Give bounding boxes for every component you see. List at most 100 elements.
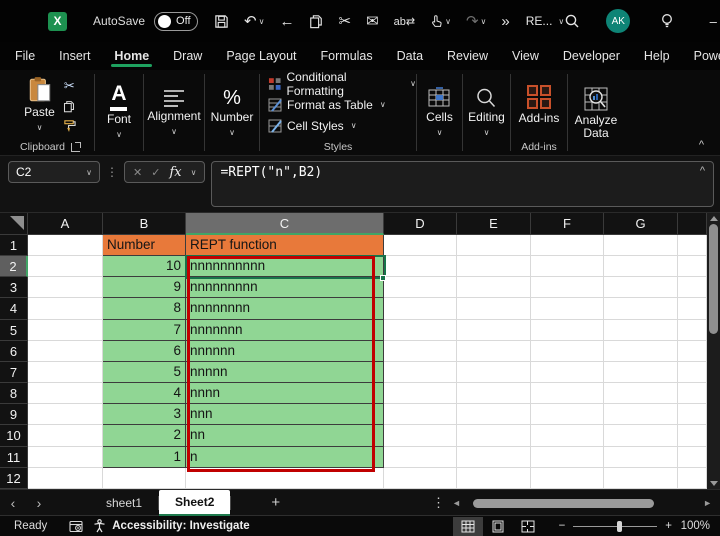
cell-D5[interactable] <box>384 320 457 341</box>
paste-button[interactable]: Paste ∨ <box>24 76 55 134</box>
sheet-nav-left-icon[interactable]: ‹ <box>0 495 26 511</box>
alignment-button[interactable]: Alignment ∨ <box>147 88 200 138</box>
cell-A10[interactable] <box>28 425 103 446</box>
row-header-11[interactable]: 11 <box>0 447 28 468</box>
cell-G9[interactable] <box>604 404 678 425</box>
cell-G12[interactable] <box>604 468 678 489</box>
autosave-toggle[interactable]: Off <box>154 12 198 31</box>
tab-insert[interactable]: Insert <box>58 45 91 67</box>
cell-E11[interactable] <box>457 447 531 468</box>
minimize-button[interactable]: – <box>700 14 720 29</box>
column-header-G[interactable]: G <box>604 213 678 235</box>
cell-stub1[interactable] <box>678 235 707 256</box>
cell-E9[interactable] <box>457 404 531 425</box>
cell-B11[interactable]: 1 <box>103 447 186 468</box>
cell-F3[interactable] <box>531 277 604 298</box>
cell-styles-button[interactable]: Cell Styles ∨ <box>268 116 357 136</box>
sheet-nav-right-icon[interactable]: › <box>26 495 52 511</box>
dialog-launcher-icon[interactable] <box>71 143 80 152</box>
collapse-ribbon-button[interactable]: ^ <box>699 139 704 151</box>
cell-B2[interactable]: 10 <box>103 256 186 277</box>
excel-logo-icon[interactable]: X <box>48 12 67 31</box>
formula-input[interactable]: =REPT("n",B2) ^ <box>211 161 714 207</box>
number-button[interactable]: % Number ∨ <box>211 87 254 139</box>
cell-stub3[interactable] <box>678 277 707 298</box>
analyze-data-button[interactable]: Analyze Data <box>568 86 624 140</box>
replace-icon[interactable]: ab⇄ <box>394 15 415 28</box>
cell-E1[interactable] <box>457 235 531 256</box>
cell-F10[interactable] <box>531 425 604 446</box>
conditional-formatting-button[interactable]: Conditional Formatting ∨ <box>268 74 416 94</box>
insert-function-button[interactable]: fx <box>169 165 181 180</box>
zoom-level[interactable]: 100% <box>672 520 710 532</box>
enter-icon[interactable]: ✓ <box>151 166 160 179</box>
name-box[interactable]: C2 ∨ <box>8 161 100 183</box>
cell-D12[interactable] <box>384 468 457 489</box>
cell-stub10[interactable] <box>678 425 707 446</box>
cell-B5[interactable]: 7 <box>103 320 186 341</box>
sheet-tab-sheet2[interactable]: Sheet2 <box>159 490 230 516</box>
cell-F9[interactable] <box>531 404 604 425</box>
row-header-7[interactable]: 7 <box>0 362 28 383</box>
cell-stub8[interactable] <box>678 383 707 404</box>
scroll-right-icon[interactable]: ► <box>703 498 712 508</box>
column-header-stub[interactable] <box>678 213 707 235</box>
cell-B8[interactable]: 4 <box>103 383 186 404</box>
cell-B1[interactable]: Number <box>103 235 186 256</box>
cell-G4[interactable] <box>604 298 678 319</box>
cell-G5[interactable] <box>604 320 678 341</box>
cell-E2[interactable] <box>457 256 531 277</box>
row-header-6[interactable]: 6 <box>0 341 28 362</box>
cell-stub6[interactable] <box>678 341 707 362</box>
cell-E12[interactable] <box>457 468 531 489</box>
cell-D6[interactable] <box>384 341 457 362</box>
tab-help[interactable]: Help <box>643 45 671 67</box>
cell-B7[interactable]: 5 <box>103 362 186 383</box>
cell-D2[interactable] <box>384 256 457 277</box>
format-painter-icon[interactable] <box>63 119 76 132</box>
row-header-5[interactable]: 5 <box>0 320 28 341</box>
cell-D7[interactable] <box>384 362 457 383</box>
tab-draw[interactable]: Draw <box>172 45 203 67</box>
cell-G10[interactable] <box>604 425 678 446</box>
cell-G7[interactable] <box>604 362 678 383</box>
vertical-scrollbar[interactable] <box>707 213 720 489</box>
cell-F7[interactable] <box>531 362 604 383</box>
column-header-E[interactable]: E <box>457 213 531 235</box>
accessibility-status[interactable]: Accessibility: Investigate <box>93 519 249 533</box>
zoom-out-button[interactable]: − <box>559 520 566 532</box>
normal-view-button[interactable] <box>453 517 483 536</box>
row-header-3[interactable]: 3 <box>0 277 28 298</box>
row-header-10[interactable]: 10 <box>0 425 28 446</box>
horizontal-scroll-thumb[interactable] <box>473 499 654 508</box>
zoom-slider[interactable] <box>573 526 657 527</box>
tab-page-layout[interactable]: Page Layout <box>225 45 297 67</box>
avatar[interactable]: AK <box>606 9 630 33</box>
cell-E10[interactable] <box>457 425 531 446</box>
cut-icon[interactable]: ✂ <box>64 78 75 94</box>
save-icon[interactable] <box>214 14 229 29</box>
column-header-B[interactable]: B <box>103 213 186 235</box>
scroll-up-icon[interactable] <box>710 216 718 221</box>
cell-D9[interactable] <box>384 404 457 425</box>
cell-stub9[interactable] <box>678 404 707 425</box>
cell-B3[interactable]: 9 <box>103 277 186 298</box>
cell-D1[interactable] <box>384 235 457 256</box>
cell-G2[interactable] <box>604 256 678 277</box>
cell-A8[interactable] <box>28 383 103 404</box>
cell-F12[interactable] <box>531 468 604 489</box>
editing-button[interactable]: Editing ∨ <box>468 87 505 139</box>
zoom-in-button[interactable]: + <box>665 520 672 532</box>
row-header-2[interactable]: 2 <box>0 256 28 277</box>
cut-icon[interactable]: ✂ <box>338 12 351 30</box>
redo-button[interactable]: ↷∨ <box>466 12 486 30</box>
horizontal-scrollbar[interactable]: ◄ ► <box>452 494 712 512</box>
undo-button[interactable]: ↶∨ <box>244 12 264 30</box>
cell-E7[interactable] <box>457 362 531 383</box>
row-header-12[interactable]: 12 <box>0 468 28 489</box>
cell-D11[interactable] <box>384 447 457 468</box>
cell-stub4[interactable] <box>678 298 707 319</box>
font-button[interactable]: A Font ∨ <box>107 84 131 141</box>
document-title[interactable]: RE... ∨ <box>526 14 565 28</box>
cell-F6[interactable] <box>531 341 604 362</box>
